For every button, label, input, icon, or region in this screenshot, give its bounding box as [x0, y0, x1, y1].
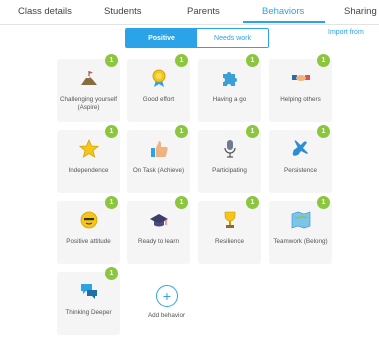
points-badge: 1 [105, 196, 118, 209]
map-icon [291, 211, 310, 229]
behavior-label: Thinking Deeper [65, 309, 112, 316]
points-badge: 1 [175, 54, 188, 67]
behavior-label: Persistence [284, 167, 317, 174]
points-badge: 1 [246, 54, 259, 67]
mountain-flag-icon [80, 71, 97, 85]
behavior-card-persistence[interactable]: 1 Persistence [269, 125, 332, 193]
tab-sharing[interactable]: Sharing [344, 6, 377, 17]
behavior-label: Having a go [212, 96, 247, 103]
points-badge: 1 [175, 196, 188, 209]
behavior-label: Participating [212, 167, 247, 174]
behavior-label: On Task (Achieve) [132, 167, 185, 174]
points-badge: 1 [317, 125, 330, 138]
class-settings-tabs: Class details Students Parents Behaviors… [0, 0, 379, 25]
points-badge: 1 [105, 54, 118, 67]
points-badge: 1 [246, 196, 259, 209]
add-behavior-label: Add behavior [147, 312, 186, 319]
behavior-card-participating[interactable]: 1 Participating [198, 125, 261, 193]
behavior-label: Resilience [214, 238, 245, 245]
behavior-label: Independence [68, 167, 109, 174]
thumbs-up-icon [150, 141, 168, 157]
import-from-link[interactable]: Import from [328, 29, 364, 36]
behavior-card-independence[interactable]: 1 Independence [57, 125, 120, 193]
behavior-label: Positive attitude [66, 238, 111, 245]
tab-class-details[interactable]: Class details [18, 6, 72, 17]
needs-work-toggle-button[interactable]: Needs work [197, 29, 268, 47]
behavior-label: Ready to learn [138, 238, 179, 245]
behavior-card-teamwork[interactable]: 1 Teamwork (Belong) [269, 196, 332, 264]
behavior-card-ready-to-learn[interactable]: 1 Ready to learn [127, 196, 190, 264]
behavior-card-good-effort[interactable]: 1 Good effort [127, 54, 190, 122]
behavior-card-helping-others[interactable]: 1 Helping others [269, 54, 332, 122]
active-tab-indicator [243, 21, 325, 23]
speech-bubbles-icon [80, 284, 97, 299]
handshake-icon [291, 75, 310, 81]
tab-behaviors[interactable]: Behaviors [262, 6, 304, 17]
behavior-label: Teamwork (Belong) [273, 238, 328, 245]
points-badge: 1 [317, 196, 330, 209]
points-badge: 1 [105, 267, 118, 280]
microphone-icon [223, 140, 236, 158]
behavior-label: Helping others [280, 96, 321, 103]
behavior-card-thinking-deeper[interactable]: 1 Thinking Deeper [57, 267, 120, 335]
points-badge: 1 [317, 54, 330, 67]
trophy-icon [224, 211, 235, 228]
tab-students[interactable]: Students [104, 6, 142, 17]
add-behavior-button[interactable]: + Add behavior [135, 280, 198, 343]
plus-icon: + [156, 285, 178, 307]
behavior-card-challenging-yourself[interactable]: 1 Challenging yourself (Aspire) [57, 54, 120, 122]
positive-toggle-button[interactable]: Positive [126, 29, 197, 47]
behavior-label: Challenging yourself (Aspire) [59, 96, 118, 111]
points-badge: 1 [246, 125, 259, 138]
behavior-type-toggle: Positive Needs work [125, 28, 269, 48]
behavior-card-resilience[interactable]: 1 Resilience [198, 196, 261, 264]
smiley-icon [80, 211, 97, 229]
points-badge: 1 [175, 125, 188, 138]
airplane-icon [292, 140, 308, 156]
behavior-card-positive-attitude[interactable]: 1 Positive attitude [57, 196, 120, 264]
behavior-card-having-a-go[interactable]: 1 Having a go [198, 54, 261, 122]
points-badge: 1 [105, 125, 118, 138]
puzzle-icon [222, 72, 237, 86]
medal-icon [152, 69, 165, 87]
tab-parents[interactable]: Parents [187, 6, 220, 17]
behavior-card-on-task[interactable]: 1 On Task (Achieve) [127, 125, 190, 193]
graduation-cap-icon [149, 214, 168, 227]
behavior-label: Good effort [142, 96, 175, 103]
star-icon [78, 139, 99, 158]
